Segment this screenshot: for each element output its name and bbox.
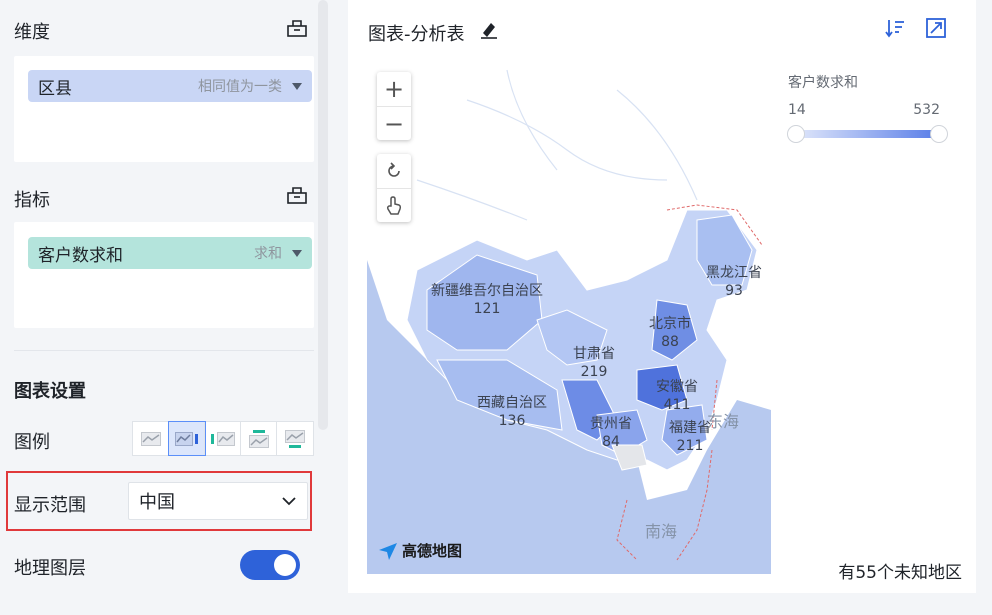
chart-title: 图表-分析表 bbox=[368, 24, 465, 45]
refresh-icon bbox=[388, 162, 400, 177]
province-label: 北京市 88 bbox=[649, 316, 691, 350]
display-range-value: 中国 bbox=[139, 492, 175, 513]
measure-clear-icon[interactable] bbox=[286, 185, 308, 205]
legend-top-button[interactable] bbox=[241, 422, 277, 455]
visual-map-title: 客户数求和 bbox=[788, 75, 858, 91]
sort-icon[interactable] bbox=[884, 17, 906, 39]
province-label: 黑龙江省 93 bbox=[706, 265, 762, 299]
measure-field-box[interactable]: 客户数求和 求和 bbox=[14, 222, 314, 328]
measure-chip-agg: 求和 bbox=[254, 246, 282, 262]
fullscreen-icon[interactable] bbox=[925, 17, 947, 39]
dimension-chip[interactable]: 区县 相同值为一类 bbox=[28, 70, 312, 102]
zoom-in-button[interactable]: + bbox=[377, 72, 411, 106]
legend-top-icon bbox=[248, 429, 269, 448]
dimension-chip-agg: 相同值为一类 bbox=[198, 79, 282, 95]
dimension-field-box[interactable]: 区县 相同值为一类 bbox=[14, 56, 314, 162]
province-label: 安徽省 411 bbox=[656, 379, 698, 413]
chart-panel: 图表-分析表 + − 新疆维吾尔自治区 121 西藏自治区 136 甘肃省 21… bbox=[348, 0, 976, 593]
dimension-clear-icon[interactable] bbox=[286, 18, 308, 38]
chart-settings-title: 图表设置 bbox=[14, 381, 86, 402]
visual-map-gradient-bar[interactable] bbox=[792, 130, 936, 138]
measure-section-title: 指标 bbox=[14, 190, 50, 211]
unknown-regions-note: 有55个未知地区 bbox=[838, 563, 962, 583]
legend-right-icon bbox=[174, 431, 198, 446]
divider bbox=[14, 350, 314, 351]
legend-left-icon bbox=[210, 431, 235, 446]
legend-right-button[interactable] bbox=[168, 421, 206, 456]
chevron-down-icon[interactable] bbox=[292, 82, 302, 90]
display-range-select[interactable]: 中国 bbox=[128, 482, 308, 520]
toggle-knob bbox=[274, 554, 296, 576]
zoom-out-button[interactable]: − bbox=[377, 106, 411, 140]
hand-pointer-icon bbox=[386, 195, 402, 215]
pan-tool-button[interactable] bbox=[377, 188, 411, 222]
measure-chip[interactable]: 客户数求和 求和 bbox=[28, 237, 312, 269]
visual-map-legend: 客户数求和 14 532 bbox=[787, 72, 948, 143]
legend-bottom-icon bbox=[285, 429, 305, 448]
dimension-section-title: 维度 bbox=[14, 22, 50, 43]
navigation-arrow-icon bbox=[379, 542, 397, 560]
china-map[interactable]: + − 新疆维吾尔自治区 121 西藏自治区 136 甘肃省 219 北京市 88 黑龙… bbox=[367, 60, 771, 574]
display-range-label: 显示范围 bbox=[14, 495, 86, 516]
chevron-down-icon[interactable] bbox=[292, 249, 302, 257]
map-provider-logo: 高德地图 bbox=[377, 540, 462, 561]
dimension-chip-label: 区县 bbox=[38, 78, 72, 99]
reset-view-button[interactable] bbox=[377, 154, 411, 188]
legend-none-button[interactable] bbox=[133, 422, 169, 455]
legend-left-button[interactable] bbox=[205, 422, 241, 455]
legend-none-icon bbox=[140, 431, 161, 446]
map-provider-name: 高德地图 bbox=[402, 542, 463, 560]
province-label: 西藏自治区 136 bbox=[477, 395, 547, 429]
province-label: 贵州省 84 bbox=[590, 416, 632, 450]
province-label: 甘肃省 219 bbox=[573, 346, 615, 380]
zoom-controls: + − bbox=[377, 72, 411, 140]
geo-layer-toggle[interactable] bbox=[240, 550, 300, 580]
edit-title-icon[interactable] bbox=[479, 19, 499, 39]
sea-label: 东海 bbox=[707, 412, 740, 431]
province-label: 福建省 211 bbox=[669, 420, 711, 454]
legend-label: 图例 bbox=[14, 432, 50, 453]
sea-label: 南海 bbox=[645, 522, 678, 541]
legend-position-group bbox=[132, 421, 314, 456]
geo-layer-label: 地理图层 bbox=[14, 558, 86, 579]
visual-map-max: 532 bbox=[913, 102, 940, 118]
chevron-down-icon bbox=[282, 497, 296, 506]
config-panel: 维度 区县 相同值为一类 指标 客户数求和 求和 图表设置 图例 显示范围 中国… bbox=[0, 0, 330, 615]
config-scrollbar[interactable] bbox=[318, 0, 328, 430]
visual-map-min-handle[interactable] bbox=[787, 125, 805, 143]
map-canvas bbox=[367, 60, 771, 574]
province-label: 新疆维吾尔自治区 121 bbox=[431, 283, 543, 317]
visual-map-max-handle[interactable] bbox=[930, 125, 948, 143]
measure-chip-label: 客户数求和 bbox=[38, 245, 123, 266]
map-tool-controls bbox=[377, 154, 411, 222]
visual-map-min: 14 bbox=[788, 102, 806, 118]
legend-bottom-button[interactable] bbox=[277, 422, 313, 455]
